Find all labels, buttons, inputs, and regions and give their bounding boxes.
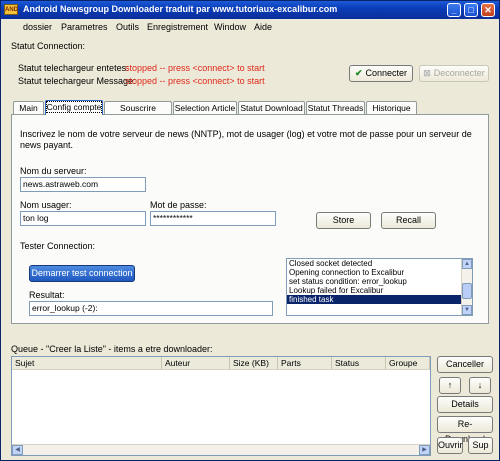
disconnect-label: Deconnecter [433,68,485,78]
connect-button[interactable]: ✔ Connecter [349,65,413,82]
details-button[interactable]: Details [437,396,493,413]
password-label: Mot de passe: [150,200,207,210]
cancel-button[interactable]: Canceller [437,356,493,373]
scroll-right-icon[interactable]: ▶ [419,445,430,455]
connection-log-list[interactable]: Closed socket detected Opening connectio… [286,258,473,316]
minimize-button[interactable]: _ [447,3,461,17]
menu-enregistrement[interactable]: Enregistrement [147,22,208,32]
test-connection-label: Tester Connection: [20,241,96,251]
column-header-parts[interactable]: Parts [278,357,332,370]
disconnect-icon: ⊠ [423,68,431,78]
column-header-status[interactable]: Status [332,357,386,370]
connect-label: Connecter [365,68,408,78]
tab-statut-threads[interactable]: Statut Threads [306,101,365,114]
tab-statut-download[interactable]: Statut Download [238,101,305,114]
tab-config-compte[interactable]: Config compte [45,100,103,115]
tab-main-label: Main [19,103,38,113]
close-button[interactable]: ✕ [481,3,495,17]
arrow-up-icon: ↑ [447,380,453,390]
menu-parametres[interactable]: Parametres [61,22,108,32]
scroll-left-icon[interactable]: ◀ [12,445,23,455]
user-label: Nom usager: [20,200,72,210]
menu-aide[interactable]: Aide [254,22,272,32]
queue-label: Queue - "Creer la Liste" - items a etre … [11,344,213,354]
menu-dossier[interactable]: dossier [23,22,52,32]
window-title: Android Newsgroup Downloader traduit par… [23,4,338,14]
log-scrollbar[interactable]: ▲ ▼ [461,259,472,315]
log-entry[interactable]: set status condition: error_lookup [287,277,472,286]
config-intro: Inscrivez le nom de votre serveur de new… [20,129,472,150]
log-entry[interactable]: Closed socket detected [287,259,472,268]
server-label: Nom du serveur: [20,166,87,176]
menu-window[interactable]: Window [214,22,246,32]
user-input[interactable]: ton log [20,211,146,226]
scroll-thumb[interactable] [462,283,472,299]
column-header-size[interactable]: Size (KB) [230,357,278,370]
column-header-sujet[interactable]: Sujet [12,357,162,370]
tab-main[interactable]: Main [13,101,44,114]
tab-souscrire-groupe[interactable]: Souscrire Groupe [104,101,172,125]
app-icon[interactable]: AND [4,4,18,15]
move-up-button[interactable]: ↑ [439,377,461,394]
scroll-down-icon[interactable]: ▼ [462,305,472,315]
open-button[interactable]: Ouvrir [437,437,463,454]
log-entry[interactable]: Lookup failed for Excalibur [287,286,472,295]
tab-selection-article[interactable]: Selection Article [173,101,237,114]
queue-horizontal-scrollbar[interactable]: ◀ ▶ [12,444,430,455]
scroll-up-icon[interactable]: ▲ [462,259,472,269]
start-test-button[interactable]: Demarrer test connection [29,265,135,282]
message-status-label: Statut telechargeur Message: [18,76,136,86]
disconnect-button[interactable]: ⊠ Deconnecter [419,65,489,82]
log-entry[interactable]: Opening connection to Excalibur [287,268,472,277]
tab-statut-threads-label: Statut Threads [307,103,364,113]
tab-config-compte-label: Config compte [45,101,103,113]
server-input[interactable]: news.astraweb.com [20,177,146,192]
queue-table[interactable]: Sujet Auteur Size (KB) Parts Status Grou… [11,356,431,456]
menu-outils[interactable]: Outils [116,22,139,32]
status-section-label: Statut Connection: [11,41,86,51]
check-icon: ✔ [354,68,363,78]
maximize-button[interactable]: □ [464,3,478,17]
result-field[interactable]: error_lookup (-2): [29,301,273,316]
tab-statut-download-label: Statut Download [240,103,303,113]
redownload-button[interactable]: Re-Download [437,416,493,444]
column-header-auteur[interactable]: Auteur [162,357,230,370]
menu-bar: dossier Parametres Outils Enregistrement… [1,19,499,35]
message-status-value: stopped -- press <connect> to start [125,76,265,86]
tab-selection-article-label: Selection Article [174,103,236,113]
move-down-button[interactable]: ↓ [469,377,491,394]
arrow-down-icon: ↓ [477,380,483,390]
store-button[interactable]: Store [316,212,371,229]
headers-status-value: stopped -- press <connect> to start [125,63,265,73]
result-label: Resultat: [29,290,65,300]
title-bar[interactable]: AND Android Newsgroup Downloader traduit… [1,1,499,19]
tab-historique[interactable]: Historique [366,101,417,114]
headers-status-label: Statut telechargeur entetes: [18,63,129,73]
log-entry-selected[interactable]: finished task [287,295,472,304]
app-window: AND Android Newsgroup Downloader traduit… [0,0,500,461]
password-input[interactable]: ************ [150,211,276,226]
column-header-groupe[interactable]: Groupe [386,357,430,370]
tab-historique-label: Historique [372,103,411,113]
recall-button[interactable]: Recall [381,212,436,229]
delete-button[interactable]: Sup [468,437,493,454]
